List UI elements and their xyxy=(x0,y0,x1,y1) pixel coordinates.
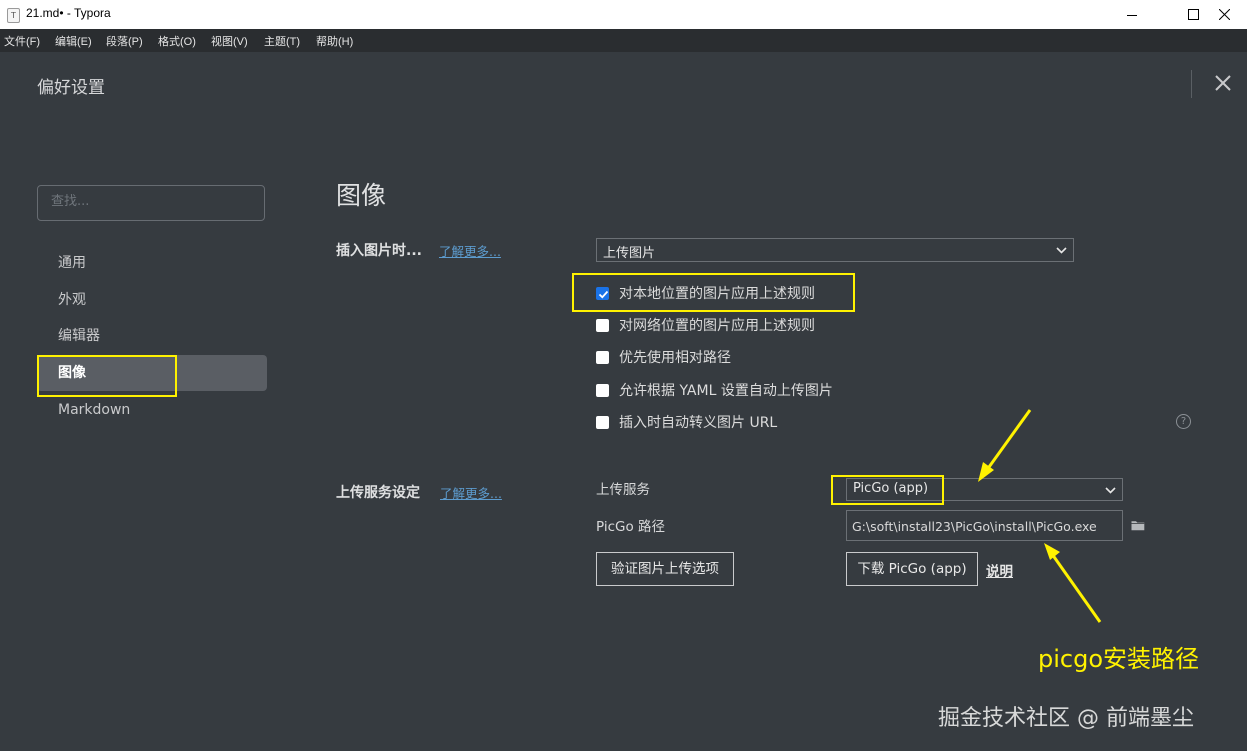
option-label: 允许根据 YAML 设置自动上传图片 xyxy=(619,383,833,399)
sidebar-item-markdown[interactable]: Markdown xyxy=(37,392,267,428)
menu-help[interactable]: 帮助(H) xyxy=(316,33,353,49)
annotation-arrows xyxy=(978,409,1102,623)
search-input[interactable] xyxy=(51,194,251,209)
option-label: 优先使用相对路径 xyxy=(619,350,731,366)
upload-settings-label: 上传服务设定 xyxy=(336,485,420,501)
preferences-title: 偏好设置 xyxy=(37,78,105,98)
checkbox[interactable] xyxy=(596,415,609,429)
sidebar-item-editor[interactable]: 编辑器 xyxy=(37,318,267,354)
insert-action-value: 上传图片 xyxy=(603,246,656,261)
window-title: 21.md• - Typora xyxy=(26,6,111,20)
sidebar-item-general[interactable]: 通用 xyxy=(37,245,267,281)
menu-file[interactable]: 文件(F) xyxy=(4,33,40,49)
menu-bar: 文件(F) 编辑(E) 段落(P) 格式(O) 视图(V) 主题(T) 帮助(H… xyxy=(0,29,1247,52)
section-title: 图像 xyxy=(336,181,387,210)
typora-app-icon: T xyxy=(7,8,20,23)
window-close-button[interactable] xyxy=(1201,0,1247,29)
checkbox[interactable] xyxy=(596,383,609,397)
option-network-images[interactable]: 对网络位置的图片应用上述规则 xyxy=(596,314,815,336)
insert-action-select[interactable]: 上传图片 xyxy=(596,238,1074,262)
close-icon xyxy=(1215,75,1231,91)
close-icon xyxy=(1218,9,1230,20)
minimize-button[interactable] xyxy=(1109,0,1155,29)
highlight-upload-service xyxy=(831,475,944,505)
chevron-down-icon xyxy=(1056,247,1067,254)
highlight-sidebar-image xyxy=(37,355,177,397)
checkbox[interactable] xyxy=(596,350,609,364)
menu-format[interactable]: 格式(O) xyxy=(158,33,196,49)
menu-paragraph[interactable]: 段落(P) xyxy=(106,33,143,49)
minimize-icon xyxy=(1127,14,1137,16)
upload-learn-more-link[interactable]: 了解更多... xyxy=(440,483,502,502)
arrow-to-upload-service xyxy=(982,409,1032,475)
option-relative-path[interactable]: 优先使用相对路径 xyxy=(596,346,731,368)
option-yaml-upload[interactable]: 允许根据 YAML 设置自动上传图片 xyxy=(596,379,833,401)
insert-learn-more-link[interactable]: 了解更多... xyxy=(439,241,501,260)
header-divider xyxy=(1191,70,1192,98)
option-escape-url[interactable]: 插入时自动转义图片 URL xyxy=(596,411,777,433)
preferences-close-button[interactable] xyxy=(1210,72,1236,96)
insert-image-label: 插入图片时... xyxy=(336,243,422,259)
highlight-local-option xyxy=(572,273,855,312)
checkbox[interactable] xyxy=(596,318,609,332)
preferences-search-box[interactable] xyxy=(37,185,265,221)
option-label: 插入时自动转义图片 URL xyxy=(619,415,778,431)
sidebar-item-appearance[interactable]: 外观 xyxy=(37,282,267,318)
maximize-icon xyxy=(1187,9,1199,20)
watermark: 掘金技术社区 @ 前端墨尘 xyxy=(938,706,1194,731)
option-label: 对网络位置的图片应用上述规则 xyxy=(619,318,815,334)
upload-service-label: 上传服务 xyxy=(596,482,650,498)
arrowhead-icon xyxy=(1044,543,1060,560)
menu-view[interactable]: 视图(V) xyxy=(211,33,248,49)
verify-upload-button[interactable]: 验证图片上传选项 xyxy=(596,552,734,586)
arrow-to-picgo-path xyxy=(1050,553,1102,623)
title-bar: T 21.md• - Typora xyxy=(0,0,1247,29)
picgo-path-label: PicGo 路径 xyxy=(596,519,666,535)
download-picgo-button[interactable]: 下载 PicGo (app) xyxy=(846,552,978,586)
menu-theme[interactable]: 主题(T) xyxy=(264,33,300,49)
annotation-note: picgo安装路径 xyxy=(1038,645,1200,673)
menu-edit[interactable]: 编辑(E) xyxy=(55,33,92,49)
